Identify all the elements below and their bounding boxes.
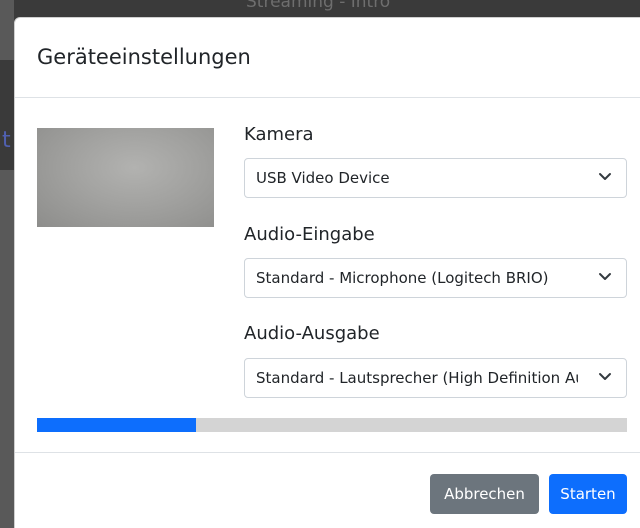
chevron-down-icon — [599, 273, 611, 280]
audio-input-select[interactable]: Standard - Microphone (Logitech BRIO) — [244, 258, 627, 298]
audio-output-select-value: Standard - Lautsprecher (High Definition… — [256, 369, 578, 387]
chevron-down-icon — [599, 373, 611, 380]
audio-input-label: Audio-Eingabe — [244, 224, 375, 245]
dialog-header: Geräteeinstellungen — [15, 18, 640, 98]
background-stripe — [0, 0, 14, 60]
audio-level-meter — [37, 418, 627, 432]
cancel-button[interactable]: Abbrechen — [430, 474, 539, 514]
background-stripe — [0, 170, 14, 528]
audio-output-label: Audio-Ausgabe — [244, 323, 380, 344]
camera-preview — [37, 128, 214, 227]
chevron-down-icon — [599, 173, 611, 180]
background-page-title: Streaming - Intro — [246, 0, 391, 12]
camera-label: Kamera — [244, 124, 314, 145]
start-button[interactable]: Starten — [549, 474, 627, 514]
footer-divider — [15, 452, 640, 453]
background-link-fragment: t — [2, 128, 11, 153]
camera-select-value: USB Video Device — [256, 169, 390, 187]
dialog-title: Geräteeinstellungen — [37, 45, 251, 69]
audio-level-fill — [37, 418, 197, 432]
audio-input-select-value: Standard - Microphone (Logitech BRIO) — [256, 269, 549, 287]
device-settings-dialog: Geräteeinstellungen Kamera USB Video Dev… — [14, 17, 640, 528]
audio-output-select[interactable]: Standard - Lautsprecher (High Definition… — [244, 358, 627, 398]
camera-select[interactable]: USB Video Device — [244, 158, 627, 198]
